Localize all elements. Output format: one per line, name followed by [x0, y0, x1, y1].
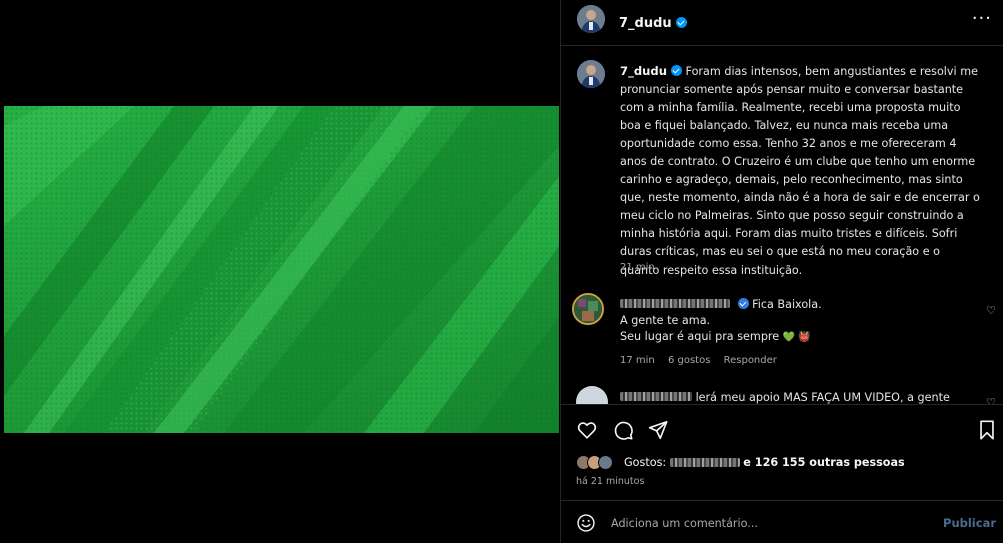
media-pane	[0, 0, 560, 543]
commenter-verified-icon	[737, 298, 749, 309]
comment-line-2: A gente te ama.	[620, 314, 711, 327]
comment-reply-link[interactable]: Responder	[724, 355, 777, 366]
commenter-avatar[interactable]	[572, 293, 604, 325]
green-stripes-graphic	[4, 106, 559, 433]
send-icon[interactable]	[647, 419, 669, 441]
commenter-avatar[interactable]	[576, 386, 608, 404]
header-user: 7_dudu	[619, 12, 687, 31]
comment-line-3: Seu lugar é aqui pra sempre	[620, 330, 780, 343]
liker-username-blurred[interactable]	[669, 458, 740, 467]
publish-button[interactable]: Publicar	[943, 516, 996, 530]
liker-avatars[interactable]	[576, 455, 622, 471]
post-actions: Gostos: e 126 155 outras pessoas há 21 m…	[561, 404, 1003, 500]
likes-prefix: Gostos:	[624, 456, 667, 469]
verified-badge-icon	[675, 17, 687, 28]
comment-line-1: Fica Baixola.	[752, 298, 822, 311]
caption-body: Foram dias intensos, bem angustiantes e …	[620, 65, 980, 277]
comment-icon[interactable]	[612, 419, 634, 441]
comment-likes-count[interactable]: 6 gostos	[668, 355, 710, 366]
add-comment-bar: Publicar	[561, 500, 1003, 543]
caption-verified-badge-icon	[670, 65, 682, 76]
post-caption: 7_dudu Foram dias intensos, bem angustia…	[620, 62, 982, 280]
post-time-ago: há 21 minutos	[576, 476, 645, 487]
likes-count-link[interactable]: e 126 155 outras pessoas	[743, 456, 904, 469]
caption-username[interactable]: 7_dudu	[620, 64, 667, 78]
comment-like-heart-icon[interactable]: ♡	[986, 396, 996, 404]
likes-summary: Gostos: e 126 155 outras pessoas	[624, 456, 905, 469]
caption-author-avatar[interactable]	[577, 60, 605, 88]
post-header: 7_dudu ···	[561, 0, 1003, 46]
comment-emojis: 💚 👹	[782, 332, 811, 343]
bookmark-icon[interactable]	[976, 419, 998, 441]
comment-line-1: lerá meu apoio MAS FAÇA UM VIDEO, a gent…	[695, 391, 950, 404]
caption-avatar-image	[577, 60, 605, 88]
comment-meta: 17 min 6 gostos Responder	[620, 355, 777, 366]
comment-body: lerá meu apoio MAS FAÇA UM VIDEO, a gent…	[620, 390, 980, 404]
comment-like-heart-icon[interactable]: ♡	[986, 304, 996, 317]
commenter-username-blurred[interactable]	[620, 299, 730, 308]
commenter-username-blurred[interactable]	[620, 392, 692, 401]
emoji-icon[interactable]	[576, 513, 596, 533]
post-side-panel: 7_dudu ··· 7_dudu Foram dias intensos, b…	[560, 0, 1003, 543]
author-avatar[interactable]	[577, 5, 605, 33]
header-username[interactable]: 7_dudu	[619, 16, 672, 31]
comment-time: 17 min	[620, 355, 655, 366]
author-avatar-image	[577, 5, 605, 33]
post-image[interactable]	[4, 106, 559, 433]
comments-scroll-area[interactable]: 7_dudu Foram dias intensos, bem angustia…	[561, 46, 1003, 404]
comment-input[interactable]	[611, 513, 931, 533]
liker-avatar	[598, 455, 613, 470]
commenter-avatar-image	[574, 295, 602, 323]
more-options-icon[interactable]: ···	[972, 8, 992, 29]
caption-time: 21 min	[620, 262, 655, 273]
comment-body: Fica Baixola. A gente te ama. Seu lugar …	[620, 297, 980, 346]
heart-icon[interactable]	[576, 419, 598, 441]
